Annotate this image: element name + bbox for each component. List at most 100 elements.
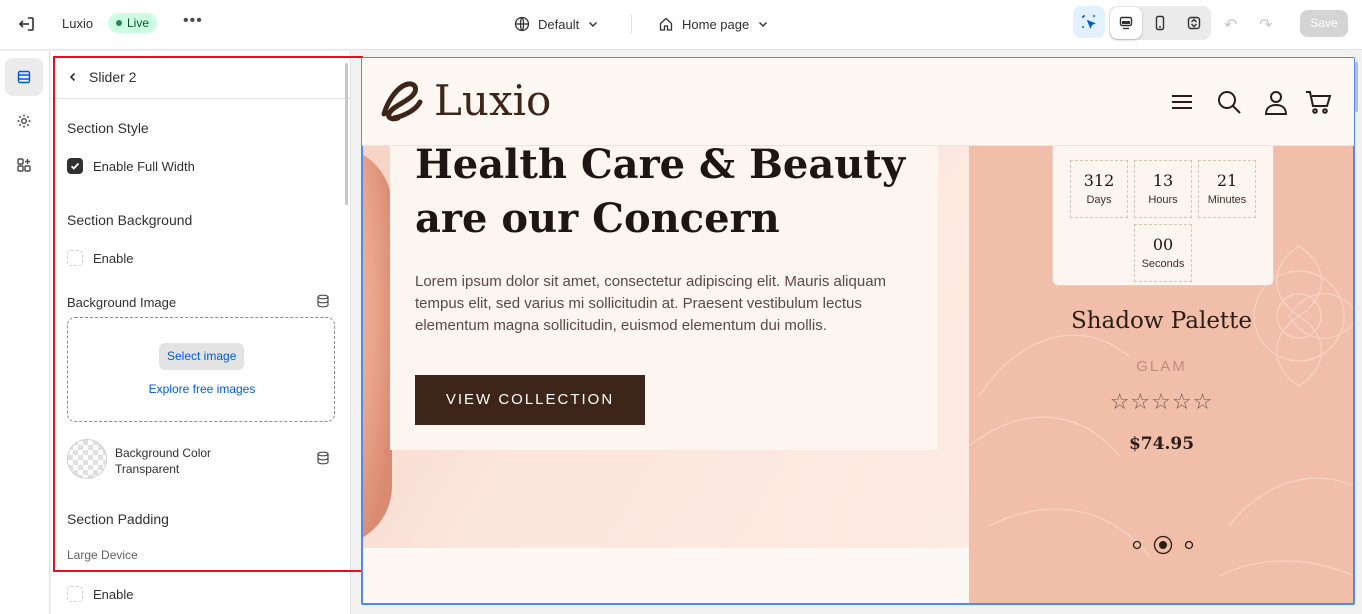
hamburger-menu-icon[interactable] <box>1168 88 1196 116</box>
apps-icon <box>17 158 31 172</box>
model-image <box>362 146 392 546</box>
theme-selector[interactable]: Default <box>514 14 599 34</box>
mobile-view-button[interactable] <box>1144 7 1176 39</box>
home-icon <box>659 17 673 31</box>
store-preview: Luxio Health Care & Beauty are our Conce… <box>362 58 1354 604</box>
background-color-field: Background Color Transparent <box>115 445 211 477</box>
headline-line: Health Care & Beauty <box>415 141 906 188</box>
select-image-button[interactable]: Select image <box>159 343 245 370</box>
checkbox-checked[interactable] <box>67 158 83 174</box>
more-actions-button[interactable]: ••• <box>183 12 203 30</box>
slider-dot[interactable] <box>1132 540 1142 550</box>
device-switcher <box>1109 6 1211 40</box>
slider-dot[interactable] <box>1184 540 1194 550</box>
checkbox-label: Enable <box>93 586 134 602</box>
checkbox-unchecked[interactable] <box>67 586 83 602</box>
checkbox-unchecked[interactable] <box>67 250 83 266</box>
padding-enable-checkbox[interactable]: Enable <box>67 586 133 602</box>
luxio-logo-icon[interactable] <box>374 74 428 128</box>
countdown-value: 21 <box>1216 171 1238 190</box>
device-label: Large Device <box>67 548 138 562</box>
apps-nav-button[interactable] <box>5 146 43 184</box>
theme-settings-nav-button[interactable] <box>5 102 43 140</box>
countdown-label: Minutes <box>1207 194 1247 206</box>
inspector-toggle[interactable] <box>1073 6 1105 38</box>
redo-icon[interactable]: ↷ <box>1259 15 1272 35</box>
page-selector[interactable]: Home page <box>658 14 769 34</box>
rating-stars: ☆☆☆☆☆ <box>1109 389 1214 414</box>
search-icon[interactable] <box>1215 88 1243 116</box>
hero-headline: Health Care & Beauty are our Concern <box>415 138 935 246</box>
live-badge: Live <box>108 13 158 33</box>
divider <box>631 14 632 34</box>
globe-icon <box>514 16 530 32</box>
editor-topbar: Luxio Live ••• Default Home page ↶ ↷ Sav… <box>0 0 1362 50</box>
fullscreen-view-button[interactable] <box>1178 7 1210 39</box>
countdown-label: Hours <box>1148 194 1178 206</box>
hero-description: Lorem ipsum dolor sit amet, consectetur … <box>415 273 887 334</box>
desktop-icon <box>1119 16 1133 30</box>
editor-left-rail <box>0 51 50 614</box>
background-color-label: Background Color <box>115 446 212 460</box>
sections-icon <box>17 70 31 84</box>
save-button[interactable]: Save <box>1300 10 1348 37</box>
sections-nav-button[interactable] <box>5 58 43 96</box>
page-label: Home page <box>682 16 750 32</box>
countdown-seconds: 00 Seconds <box>1134 224 1192 282</box>
cursor-select-icon <box>1082 15 1096 29</box>
countdown-label: Seconds <box>1141 258 1185 270</box>
fullscreen-icon <box>1187 16 1201 30</box>
checkbox-label: Enable Full Width <box>93 158 195 174</box>
chevron-down-icon <box>759 22 768 27</box>
site-header: Luxio <box>362 58 1354 146</box>
countdown-minutes: 21 Minutes <box>1198 160 1256 218</box>
checkbox-label: Enable <box>93 250 134 266</box>
headline-line: are our Concern <box>415 195 780 242</box>
image-dropzone[interactable]: Select image Explore free images <box>67 317 335 422</box>
countdown-value: 13 <box>1152 171 1174 190</box>
product-brand: GLAM <box>1136 358 1187 375</box>
countdown-value: 312 <box>1083 171 1115 190</box>
color-swatch[interactable] <box>67 439 107 479</box>
slider-pagination <box>1132 535 1194 555</box>
database-icon[interactable] <box>316 294 330 308</box>
section-settings-panel: Slider 2 Section Style Enable Full Width… <box>51 51 351 614</box>
panel-header: Slider 2 <box>51 61 350 99</box>
background-image-label: Background Image <box>67 295 177 310</box>
full-width-checkbox[interactable]: Enable Full Width <box>67 158 195 174</box>
device-toolbar <box>1073 6 1211 40</box>
countdown-days: 312 Days <box>1070 160 1128 218</box>
site-logo-text[interactable]: Luxio <box>434 76 551 125</box>
panel-scrollbar[interactable] <box>345 63 348 205</box>
view-collection-button[interactable]: VIEW COLLECTION <box>415 375 645 425</box>
preview-scrollbar[interactable] <box>1355 62 1358 112</box>
mobile-icon <box>1155 15 1165 31</box>
explore-free-images-link[interactable]: Explore free images <box>68 382 336 396</box>
undo-icon[interactable]: ↶ <box>1224 15 1237 35</box>
countdown-value: 00 <box>1152 235 1174 254</box>
background-enable-checkbox[interactable]: Enable <box>67 250 133 266</box>
countdown-label: Days <box>1086 194 1112 206</box>
store-name: Luxio <box>62 16 94 31</box>
background-color-value: Transparent <box>115 462 180 476</box>
desktop-view-button[interactable] <box>1110 7 1142 39</box>
product-price: $74.95 <box>1128 434 1195 454</box>
chevron-left-icon[interactable] <box>67 71 79 83</box>
gear-icon <box>17 114 31 128</box>
theme-label: Default <box>538 16 580 32</box>
countdown-hours: 13 Hours <box>1134 160 1192 218</box>
product-name[interactable]: Shadow Palette <box>969 308 1354 334</box>
panel-title: Slider 2 <box>89 69 137 85</box>
exit-icon[interactable] <box>17 14 37 34</box>
section-style-heading: Section Style <box>67 120 149 136</box>
countdown-card: 312 Days 13 Hours 21 Minutes 00 Seconds <box>1052 146 1274 286</box>
account-icon[interactable] <box>1262 88 1290 116</box>
cart-icon[interactable] <box>1304 88 1332 116</box>
hero-bottom-strip <box>362 548 969 604</box>
chevron-down-icon <box>589 22 598 27</box>
slider-dot-fill <box>1159 541 1167 549</box>
section-background-heading: Section Background <box>67 212 193 228</box>
section-padding-heading: Section Padding <box>67 511 169 527</box>
checkmark-icon <box>70 162 80 170</box>
database-icon[interactable] <box>316 451 330 465</box>
